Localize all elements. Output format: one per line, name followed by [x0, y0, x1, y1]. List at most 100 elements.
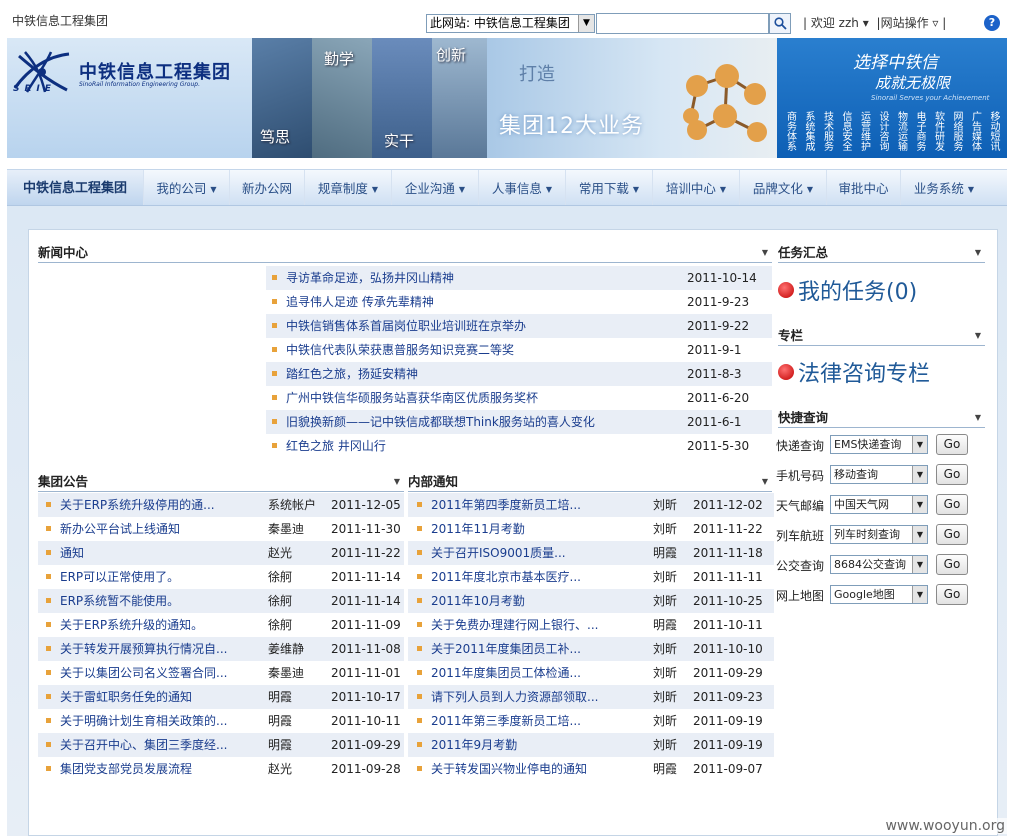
news-row[interactable]: 广州中铁信华硕服务站喜获华南区优质服务奖杯 2011-6-20 — [266, 386, 772, 410]
nav-item-brand-culture[interactable]: 品牌文化 ▼ — [740, 170, 827, 205]
section-menu-icon[interactable]: ▼ — [762, 245, 768, 261]
internal-row[interactable]: 请下列人员到人力资源部领取... 刘昕 2011-09-23 — [408, 685, 774, 709]
announce-title[interactable]: 关于转发开展预算执行情况自... — [60, 642, 227, 656]
help-icon[interactable]: ? — [984, 15, 1000, 31]
nav-item-my-company[interactable]: 我的公司 ▼ — [144, 170, 230, 205]
nav-item-training[interactable]: 培训中心 ▼ — [653, 170, 740, 205]
internal-row[interactable]: 2011年第三季度新员工培... 刘昕 2011-09-19 — [408, 709, 774, 733]
chevron-down-icon[interactable]: ▼ — [912, 556, 927, 573]
business-item[interactable]: 电子商务 — [907, 104, 925, 158]
nav-item-communication[interactable]: 企业沟通 ▼ — [392, 170, 479, 205]
announce-title[interactable]: 关于ERP系统升级的通知。 — [60, 618, 203, 632]
business-item[interactable]: 系统集成 — [796, 104, 814, 158]
chevron-down-icon[interactable]: ▼ — [912, 496, 927, 513]
internal-title[interactable]: 2011年度集团员工体检通... — [431, 666, 581, 680]
nav-item-approval[interactable]: 审批中心 — [827, 170, 901, 205]
chevron-down-icon[interactable]: ▼ — [912, 526, 927, 543]
quick-query-select[interactable]: 8684公交查询 ▼ — [830, 555, 928, 574]
internal-title[interactable]: 2011年9月考勤 — [431, 738, 517, 752]
announce-row[interactable]: 关于雷虹职务任免的通知 明霞 2011-10-17 — [38, 685, 404, 709]
news-title[interactable]: 中铁信销售体系首届岗位职业培训班在京举办 — [286, 319, 526, 333]
business-item[interactable]: 运营维护 — [851, 104, 870, 158]
internal-title[interactable]: 关于免费办理建行网上银行、... — [431, 618, 598, 632]
news-row[interactable]: 踏红色之旅，扬延安精神 2011-8-3 — [266, 362, 772, 386]
business-item[interactable]: 信息安全 — [833, 104, 851, 158]
announce-row[interactable]: 新办公平台试上线通知 秦墨迪 2011-11-30 — [38, 517, 404, 541]
internal-row[interactable]: 关于召开ISO9001质量... 明霞 2011-11-18 — [408, 541, 774, 565]
announce-row[interactable]: 关于明确计划生育相关政策的... 明霞 2011-10-11 — [38, 709, 404, 733]
news-row[interactable]: 旧貌换新颜——记中铁信成都联想Think服务站的喜人变化 2011-6-1 — [266, 410, 772, 434]
business-item[interactable]: 软件研发 — [925, 104, 944, 158]
news-row[interactable]: 中铁信代表队荣获惠普服务知识竞赛二等奖 2011-9-1 — [266, 338, 772, 362]
announce-title[interactable]: 通知 — [60, 546, 84, 560]
internal-row[interactable]: 2011年第四季度新员工培... 刘昕 2011-12-02 — [408, 493, 774, 517]
announce-row[interactable]: ERP系统暂不能使用。 徐舸 2011-11-14 — [38, 589, 404, 613]
chevron-down-icon[interactable]: ▼ — [912, 586, 927, 603]
news-title[interactable]: 追寻伟人足迹 传承先辈精神 — [286, 295, 434, 309]
quick-query-go-button[interactable]: Go — [936, 464, 968, 485]
quick-query-go-button[interactable]: Go — [936, 494, 968, 515]
quick-query-select[interactable]: 移动查询 ▼ — [830, 465, 928, 484]
site-actions-menu[interactable]: |网站操作 ▿ | — [877, 16, 947, 30]
announce-row[interactable]: 关于转发开展预算执行情况自... 姜维静 2011-11-08 — [38, 637, 404, 661]
news-title[interactable]: 中铁信代表队荣获惠普服务知识竞赛二等奖 — [286, 343, 514, 357]
chevron-down-icon[interactable]: ▼ — [912, 436, 927, 453]
announce-title[interactable]: 关于明确计划生育相关政策的... — [60, 714, 227, 728]
news-row[interactable]: 追寻伟人足迹 传承先辈精神 2011-9-23 — [266, 290, 772, 314]
internal-title[interactable]: 2011年第三季度新员工培... — [431, 714, 581, 728]
internal-row[interactable]: 2011年度集团员工体检通... 刘昕 2011-09-29 — [408, 661, 774, 685]
internal-title[interactable]: 2011年11月考勤 — [431, 522, 525, 536]
chevron-down-icon[interactable]: ▼ — [912, 466, 927, 483]
nav-item-downloads[interactable]: 常用下载 ▼ — [566, 170, 653, 205]
news-title[interactable]: 红色之旅 井冈山行 — [286, 439, 386, 453]
quick-query-go-button[interactable]: Go — [936, 434, 968, 455]
announce-row[interactable]: 集团党支部党员发展流程 赵光 2011-09-28 — [38, 757, 404, 781]
internal-title[interactable]: 请下列人员到人力资源部领取... — [431, 690, 598, 704]
news-title[interactable]: 寻访革命足迹，弘扬井冈山精神 — [286, 271, 454, 285]
legal-column-link[interactable]: 法律咨询专栏 — [778, 356, 930, 388]
quick-query-select[interactable]: Google地图 ▼ — [830, 585, 928, 604]
nav-item-rules[interactable]: 规章制度 ▼ — [305, 170, 392, 205]
announce-row[interactable]: ERP可以正常使用了。 徐舸 2011-11-14 — [38, 565, 404, 589]
nav-item-business-system[interactable]: 业务系统 ▼ — [901, 170, 987, 205]
announce-row[interactable]: 关于ERP系统升级停用的通... 系统帐户 2011-12-05 — [38, 493, 404, 517]
section-menu-icon[interactable]: ▼ — [975, 410, 981, 426]
section-menu-icon[interactable]: ▼ — [975, 328, 981, 344]
internal-title[interactable]: 关于转发国兴物业停电的通知 — [431, 762, 587, 776]
section-menu-icon[interactable]: ▼ — [394, 474, 400, 490]
announce-title[interactable]: 集团党支部党员发展流程 — [60, 762, 192, 776]
news-row[interactable]: 中铁信销售体系首届岗位职业培训班在京举办 2011-9-22 — [266, 314, 772, 338]
announce-title[interactable]: 关于以集团公司名义签署合同... — [60, 666, 227, 680]
internal-row[interactable]: 2011年度北京市基本医疗... 刘昕 2011-11-11 — [408, 565, 774, 589]
news-row[interactable]: 寻访革命足迹，弘扬井冈山精神 2011-10-14 — [266, 266, 772, 290]
internal-title[interactable]: 2011年度北京市基本医疗... — [431, 570, 581, 584]
section-menu-icon[interactable]: ▼ — [975, 245, 981, 261]
business-item[interactable]: 商务体系 — [777, 104, 796, 158]
internal-title[interactable]: 2011年第四季度新员工培... — [431, 498, 581, 512]
chevron-down-icon[interactable]: ▼ — [578, 15, 594, 32]
nav-item-new-office[interactable]: 新办公网 — [230, 170, 305, 205]
announce-title[interactable]: 关于ERP系统升级停用的通... — [60, 498, 215, 512]
announce-row[interactable]: 关于ERP系统升级的通知。 徐舸 2011-11-09 — [38, 613, 404, 637]
quick-query-select[interactable]: EMS快递查询 ▼ — [830, 435, 928, 454]
search-input[interactable] — [596, 13, 769, 34]
internal-row[interactable]: 2011年10月考勤 刘昕 2011-10-25 — [408, 589, 774, 613]
news-title[interactable]: 踏红色之旅，扬延安精神 — [286, 367, 418, 381]
section-menu-icon[interactable]: ▼ — [762, 474, 768, 490]
announce-title[interactable]: ERP系统暂不能使用。 — [60, 594, 179, 608]
internal-row[interactable]: 关于2011年度集团员工补... 刘昕 2011-10-10 — [408, 637, 774, 661]
business-item[interactable]: 网络服务 — [944, 104, 962, 158]
announce-row[interactable]: 关于以集团公司名义签署合同... 秦墨迪 2011-11-01 — [38, 661, 404, 685]
quick-query-select[interactable]: 中国天气网 ▼ — [830, 495, 928, 514]
quick-query-go-button[interactable]: Go — [936, 554, 968, 575]
search-button[interactable] — [769, 13, 791, 34]
announce-title[interactable]: ERP可以正常使用了。 — [60, 570, 179, 584]
announce-title[interactable]: 关于雷虹职务任免的通知 — [60, 690, 192, 704]
quick-query-go-button[interactable]: Go — [936, 524, 968, 545]
news-title[interactable]: 广州中铁信华硕服务站喜获华南区优质服务奖杯 — [286, 391, 538, 405]
internal-title[interactable]: 关于2011年度集团员工补... — [431, 642, 581, 656]
internal-row[interactable]: 2011年9月考勤 刘昕 2011-09-19 — [408, 733, 774, 757]
nav-home[interactable]: 中铁信息工程集团 — [7, 170, 144, 205]
announce-title[interactable]: 关于召开中心、集团三季度经... — [60, 738, 227, 752]
internal-title[interactable]: 关于召开ISO9001质量... — [431, 546, 566, 560]
